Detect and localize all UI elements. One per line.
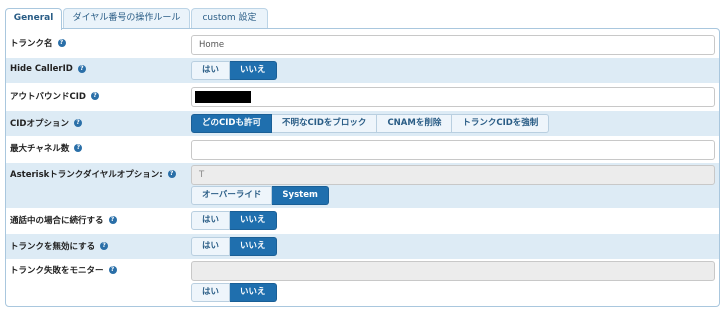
monitor-trunk-failures-label: トランク失敗をモニター ? <box>10 264 117 276</box>
outbound-cid-input[interactable] <box>191 87 715 107</box>
outbound-cid-label: アウトバウンドCID ? <box>10 90 99 102</box>
trunk-name-label: トランク名 ? <box>10 37 66 49</box>
redacted-value <box>195 91 251 103</box>
asterisk-dial-options-label: Asteriskトランクダイヤルオプション: ? <box>10 168 176 180</box>
row-continue-if-busy: 通話中の場合に続行する ? はい いいえ <box>6 208 719 234</box>
hide-callerid-toggle: はい いいえ <box>191 61 277 80</box>
cid-option-label: CIDオプション ? <box>10 117 82 129</box>
row-trunk-name: トランク名 ? Home <box>6 31 719 57</box>
row-outbound-cid: アウトバウンドCID ? <box>6 84 719 111</box>
disable-trunk-yes-button[interactable]: はい <box>191 237 231 256</box>
max-channels-input[interactable] <box>191 140 715 160</box>
help-icon[interactable]: ? <box>167 170 176 178</box>
asterisk-dial-options-input: T <box>191 165 715 185</box>
row-hide-callerid: Hide CallerID ? はい いいえ <box>6 58 719 83</box>
row-cid-option: CIDオプション ? どのCIDも許可 不明なCIDをブロック CNAMを削除 … <box>6 111 719 136</box>
tab-general[interactable]: General <box>5 8 62 30</box>
disable-trunk-toggle: はい いいえ <box>191 237 277 256</box>
tab-custom-settings[interactable]: custom 設定 <box>191 8 268 29</box>
help-icon[interactable]: ? <box>90 92 99 100</box>
help-icon[interactable]: ? <box>74 144 83 152</box>
cid-force-trunk-button[interactable]: トランクCIDを強制 <box>452 114 550 133</box>
cid-remove-cnam-button[interactable]: CNAMを削除 <box>377 114 453 133</box>
cid-option-selector: どのCIDも許可 不明なCIDをブロック CNAMを削除 トランクCIDを強制 <box>191 114 550 133</box>
help-icon[interactable]: ? <box>100 242 109 250</box>
help-icon[interactable]: ? <box>108 266 117 274</box>
trunk-name-input[interactable]: Home <box>191 35 715 55</box>
cid-allow-any-button[interactable]: どのCIDも許可 <box>191 114 272 133</box>
tab-dial-number-rules[interactable]: ダイヤル番号の操作ルール <box>63 8 190 29</box>
continue-if-busy-label: 通話中の場合に続行する ? <box>10 214 117 226</box>
help-icon[interactable]: ? <box>77 65 86 73</box>
hide-callerid-yes-button[interactable]: はい <box>191 61 231 80</box>
disable-trunk-label: トランクを無効にする ? <box>10 240 109 252</box>
row-max-channels: 最大チャネル数 ? <box>6 136 719 163</box>
continue-if-busy-yes-button[interactable]: はい <box>191 211 231 230</box>
row-monitor-trunk-failures: トランク失敗をモニター ? はい いいえ <box>6 259 719 305</box>
monitor-trunk-failures-no-button[interactable]: いいえ <box>230 283 277 302</box>
system-button[interactable]: System <box>272 186 329 205</box>
max-channels-label: 最大チャネル数 ? <box>10 142 83 154</box>
help-icon[interactable]: ? <box>73 119 82 127</box>
help-icon[interactable]: ? <box>57 39 66 47</box>
general-settings-panel: トランク名 ? Home Hide CallerID ? はい いいえ アウトバ… <box>5 28 720 307</box>
hide-callerid-label: Hide CallerID ? <box>10 64 86 74</box>
asterisk-dial-options-selector: オーバーライド System <box>191 186 329 205</box>
cid-block-unknown-button[interactable]: 不明なCIDをブロック <box>271 114 378 133</box>
help-icon[interactable]: ? <box>108 216 117 224</box>
hide-callerid-no-button[interactable]: いいえ <box>230 61 277 80</box>
monitor-trunk-failures-toggle: はい いいえ <box>191 283 277 302</box>
override-button[interactable]: オーバーライド <box>191 186 273 205</box>
monitor-trunk-failures-input <box>191 261 715 281</box>
row-asterisk-dial-options: Asteriskトランクダイヤルオプション: ? T オーバーライド Syste… <box>6 163 719 208</box>
disable-trunk-no-button[interactable]: いいえ <box>230 237 277 256</box>
continue-if-busy-no-button[interactable]: いいえ <box>230 211 277 230</box>
tab-bar: General ダイヤル番号の操作ルール custom 設定 <box>5 8 720 30</box>
continue-if-busy-toggle: はい いいえ <box>191 211 277 230</box>
monitor-trunk-failures-yes-button[interactable]: はい <box>191 283 231 302</box>
row-disable-trunk: トランクを無効にする ? はい いいえ <box>6 234 719 259</box>
